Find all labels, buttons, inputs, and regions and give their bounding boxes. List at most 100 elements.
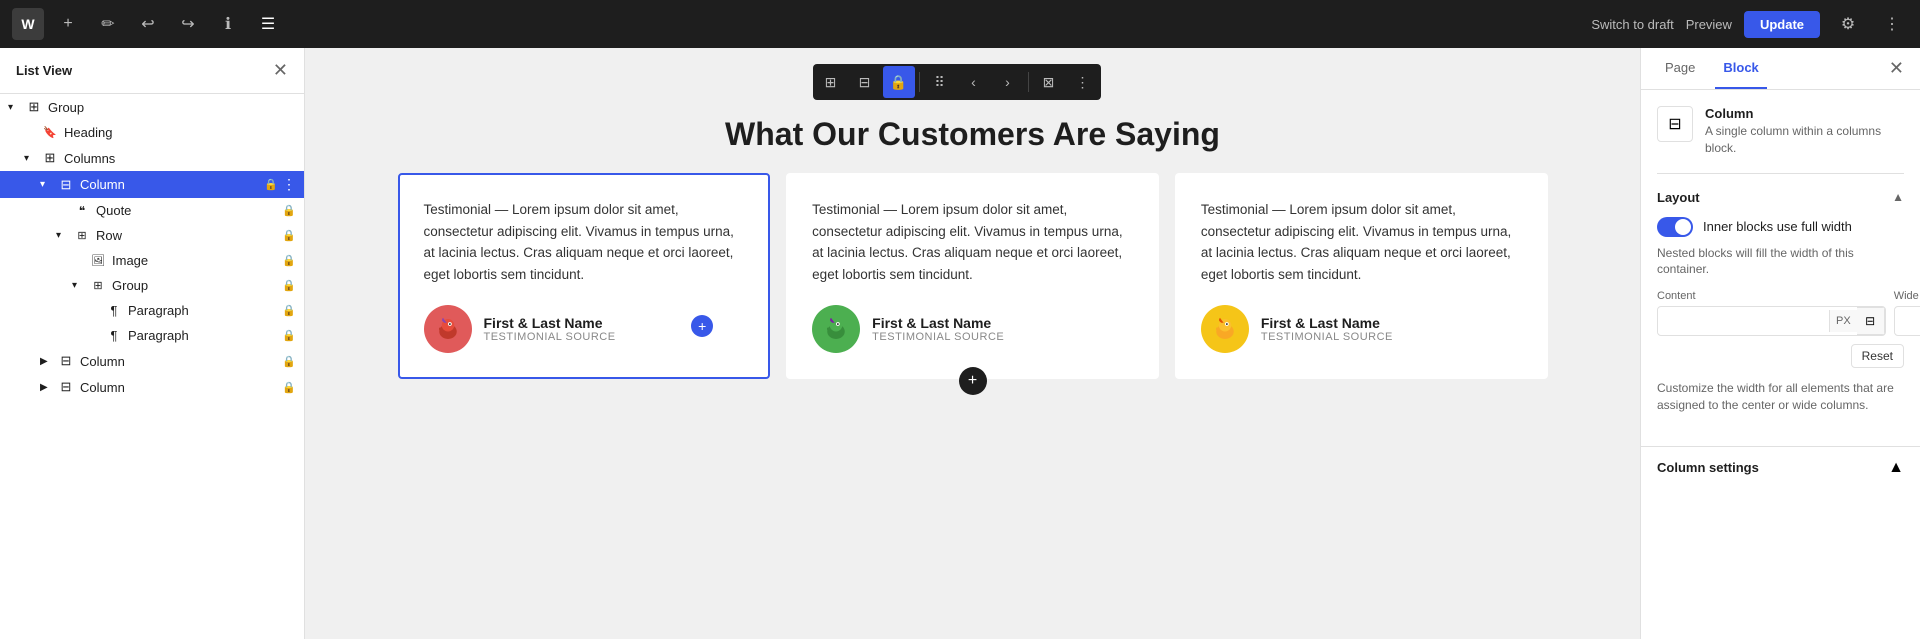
sidebar-item-label: Row bbox=[96, 228, 278, 243]
update-button[interactable]: Update bbox=[1744, 11, 1820, 38]
sidebar-item-group[interactable]: ▾ ⊞ Group bbox=[0, 94, 304, 120]
sidebar-item-columns[interactable]: ▾ ⊞ Columns bbox=[0, 145, 304, 171]
content-input-row: PX ⊟ bbox=[1657, 306, 1886, 336]
author-row-2: First & Last Name TESTIMONIAL SOURCE bbox=[812, 305, 1133, 353]
add-block-button[interactable]: + bbox=[52, 8, 84, 40]
author-avatar-2 bbox=[812, 305, 860, 353]
delete-button[interactable]: ⊠ bbox=[1033, 66, 1065, 98]
lock-icon: 🔒 bbox=[264, 178, 278, 191]
switch-draft-button[interactable]: Switch to draft bbox=[1591, 17, 1673, 32]
testimonial-column-3[interactable]: Testimonial — Lorem ipsum dolor sit amet… bbox=[1175, 173, 1548, 379]
settings-button[interactable]: ⚙ bbox=[1832, 8, 1864, 40]
sidebar-item-group2[interactable]: ▾ ⊞ Group 🔒 bbox=[0, 273, 304, 298]
reset-button[interactable]: Reset bbox=[1851, 344, 1904, 368]
testimonial-column-1[interactable]: Testimonial — Lorem ipsum dolor sit amet… bbox=[398, 173, 771, 379]
column-view-button[interactable]: ⊟ bbox=[849, 66, 881, 98]
author-info-3: First & Last Name TESTIMONIAL SOURCE bbox=[1261, 315, 1393, 343]
quote-icon: ❝ bbox=[72, 204, 92, 218]
author-source-2: TESTIMONIAL SOURCE bbox=[872, 331, 1004, 343]
columns-icon: ⊞ bbox=[40, 150, 60, 166]
caret-icon: ▾ bbox=[56, 230, 72, 241]
more-options-button[interactable]: ⋮ bbox=[1067, 66, 1099, 98]
lock-icon: 🔒 bbox=[282, 329, 296, 342]
content-align-button[interactable]: ⊟ bbox=[1857, 307, 1885, 335]
drag-handle[interactable]: ⠿ bbox=[924, 66, 956, 98]
more-options-button[interactable]: ⋮ bbox=[1876, 8, 1908, 40]
more-icon[interactable]: ⋮ bbox=[282, 176, 296, 193]
wp-logo[interactable]: W bbox=[12, 8, 44, 40]
avatar-bird-icon-3 bbox=[1210, 314, 1240, 344]
sidebar-item-image[interactable]: 🖼 Image 🔒 bbox=[0, 248, 304, 273]
add-block-float-button[interactable]: + bbox=[959, 367, 987, 395]
author-info-1: First & Last Name TESTIMONIAL SOURCE bbox=[484, 315, 616, 343]
author-name-1: First & Last Name bbox=[484, 315, 616, 331]
content-label: Content bbox=[1657, 290, 1886, 302]
caret-icon: ▶ bbox=[40, 356, 56, 367]
sidebar-item-label: Group bbox=[112, 278, 278, 293]
lock-icon: 🔒 bbox=[282, 304, 296, 317]
content-area: ⊞ ⊟ 🔒 ⠿ ‹ › ⊠ ⋮ What Our Customers Are S… bbox=[305, 48, 1640, 639]
sidebar-item-paragraph2[interactable]: ¶ Paragraph 🔒 bbox=[0, 323, 304, 348]
tab-page[interactable]: Page bbox=[1657, 48, 1703, 89]
top-bar-right: Switch to draft Preview Update ⚙ ⋮ bbox=[1591, 8, 1908, 40]
toggle-desc: Nested blocks will fill the width of thi… bbox=[1657, 245, 1904, 279]
sidebar-item-label: Image bbox=[112, 253, 278, 268]
top-toolbar: W + ✏ ↩ ↪ ℹ ☰ Switch to draft Preview Up… bbox=[0, 0, 1920, 48]
edit-button[interactable]: ✏ bbox=[92, 8, 124, 40]
caret-icon: ▾ bbox=[72, 280, 88, 291]
list-view-button[interactable]: ☰ bbox=[252, 8, 284, 40]
lock-block-button[interactable]: 🔒 bbox=[883, 66, 915, 98]
redo-button[interactable]: ↪ bbox=[172, 8, 204, 40]
sidebar-item-column3[interactable]: ▶ ⊟ Column 🔒 bbox=[0, 374, 304, 400]
column-icon: ⊟ bbox=[56, 353, 76, 369]
sidebar-item-paragraph1[interactable]: ¶ Paragraph 🔒 bbox=[0, 298, 304, 323]
inner-blocks-toggle[interactable] bbox=[1657, 217, 1693, 237]
page-heading: What Our Customers Are Saying bbox=[325, 116, 1620, 153]
right-panel-close-button[interactable]: ✕ bbox=[1889, 58, 1904, 79]
main-area: List View ✕ ▾ ⊞ Group 🔖 Heading ▾ ⊞ Colu… bbox=[0, 48, 1920, 639]
prev-next-button[interactable]: ‹ bbox=[958, 66, 990, 98]
sidebar-item-column-active[interactable]: ▾ ⊟ Column 🔒 ⋮ bbox=[0, 171, 304, 198]
sidebar-item-row[interactable]: ▾ ⊞ Row 🔒 bbox=[0, 223, 304, 248]
row-icon: ⊞ bbox=[72, 229, 92, 242]
paragraph-icon: ¶ bbox=[104, 303, 124, 318]
sidebar-item-label: Quote bbox=[96, 203, 278, 218]
undo-button[interactable]: ↩ bbox=[132, 8, 164, 40]
width-row: Content PX ⊟ Wide PX ⊟ bbox=[1657, 290, 1904, 336]
heading-icon: 🔖 bbox=[40, 126, 60, 139]
preview-button[interactable]: Preview bbox=[1686, 17, 1732, 32]
columns-view-button[interactable]: ⊞ bbox=[815, 66, 847, 98]
tab-block[interactable]: Block bbox=[1715, 48, 1766, 89]
sidebar-item-quote[interactable]: ❝ Quote 🔒 bbox=[0, 198, 304, 223]
toolbar-divider bbox=[1028, 72, 1029, 92]
group-icon: ⊞ bbox=[88, 279, 108, 292]
layout-collapse-icon[interactable]: ▲ bbox=[1892, 190, 1904, 204]
info-button[interactable]: ℹ bbox=[212, 8, 244, 40]
caret-icon: ▶ bbox=[40, 382, 56, 393]
layout-section-header: Layout ▲ bbox=[1657, 190, 1904, 205]
wide-input-row: PX ⊟ bbox=[1894, 306, 1920, 336]
author-source-1: TESTIMONIAL SOURCE bbox=[484, 331, 616, 343]
lock-icon: 🔒 bbox=[282, 254, 296, 267]
sidebar-item-column2[interactable]: ▶ ⊟ Column 🔒 bbox=[0, 348, 304, 374]
columns-container: Testimonial — Lorem ipsum dolor sit amet… bbox=[398, 173, 1548, 379]
author-name-3: First & Last Name bbox=[1261, 315, 1393, 331]
paragraph-icon: ¶ bbox=[104, 328, 124, 343]
sidebar-item-heading[interactable]: 🔖 Heading bbox=[0, 120, 304, 145]
right-panel-header: Page Block ✕ bbox=[1641, 48, 1920, 90]
inner-blocks-toggle-row: Inner blocks use full width bbox=[1657, 217, 1904, 237]
lock-icon: 🔒 bbox=[282, 204, 296, 217]
next-button[interactable]: › bbox=[992, 66, 1024, 98]
sidebar-item-label: Column bbox=[80, 177, 260, 192]
block-toolbar: ⊞ ⊟ 🔒 ⠿ ‹ › ⊠ ⋮ bbox=[813, 64, 1101, 100]
caret-icon: ▾ bbox=[40, 179, 56, 190]
sidebar-close-button[interactable]: ✕ bbox=[273, 60, 288, 81]
content-width-input[interactable] bbox=[1658, 309, 1829, 333]
wide-width-input[interactable] bbox=[1895, 309, 1920, 333]
sidebar-item-label: Paragraph bbox=[128, 303, 278, 318]
sidebar-item-label: Column bbox=[80, 354, 278, 369]
content-width-group: Content PX ⊟ bbox=[1657, 290, 1886, 336]
column-settings-header[interactable]: Column settings ▲ bbox=[1641, 446, 1920, 489]
right-panel: Page Block ✕ ⊟ Column A single column wi… bbox=[1640, 48, 1920, 639]
testimonial-column-2[interactable]: Testimonial — Lorem ipsum dolor sit amet… bbox=[786, 173, 1159, 379]
